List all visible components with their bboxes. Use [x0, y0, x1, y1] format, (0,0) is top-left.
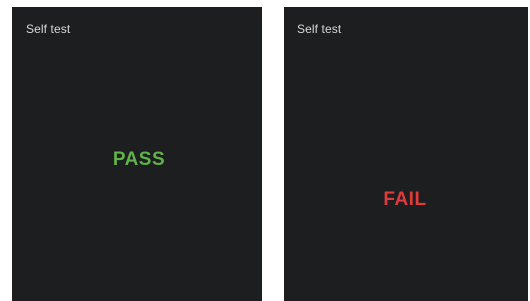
pass-result-text: PASS [112, 149, 166, 170]
self-test-screen-fail: Self test FAIL [284, 7, 528, 301]
fail-result-text: FAIL [383, 189, 427, 210]
screen-title: Self test [26, 22, 71, 36]
self-test-screen-pass: Self test PASS [12, 7, 262, 301]
screen-title: Self test [297, 22, 342, 36]
